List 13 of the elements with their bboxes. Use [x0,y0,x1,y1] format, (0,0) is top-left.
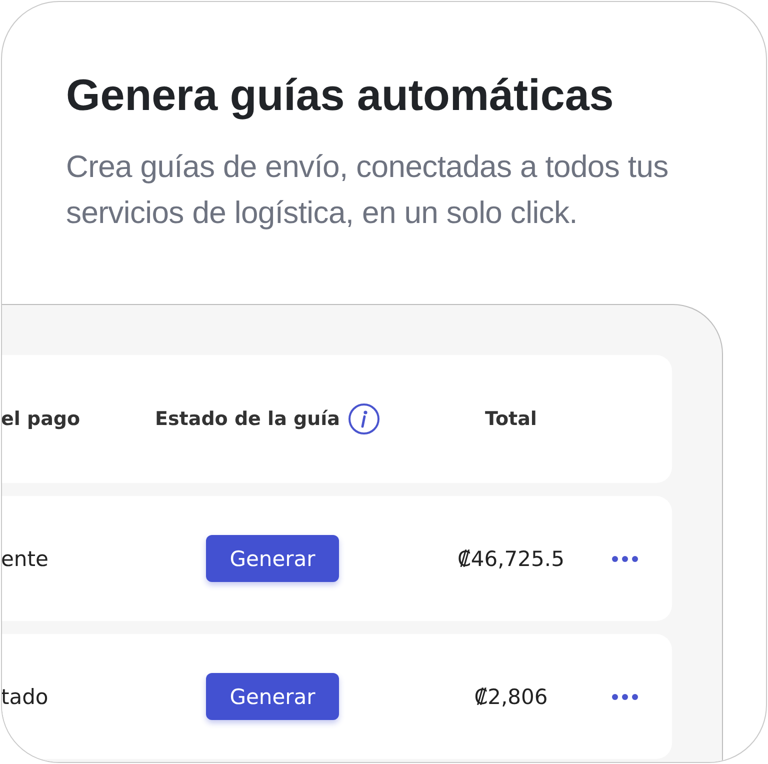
generate-button[interactable]: Generar [206,673,339,720]
column-header: Total [484,408,538,430]
info-icon[interactable] [348,403,380,435]
table-cell-text: ente [2,546,50,570]
column-header: Estado de la guía [155,408,340,430]
description: Crea guías de envío, conectadas a todos tus servicios de logística, en un solo click. [66,148,670,232]
heading: Genera guías automáticas [66,70,615,122]
more-icon[interactable] [611,554,639,562]
table-cell-text: ₡46,725.5 [456,546,566,570]
column-header: el pago [2,408,82,430]
generate-button[interactable]: Generar [206,535,339,582]
more-icon[interactable] [611,692,639,700]
table-cell-text: ₡2,806 [473,684,549,708]
